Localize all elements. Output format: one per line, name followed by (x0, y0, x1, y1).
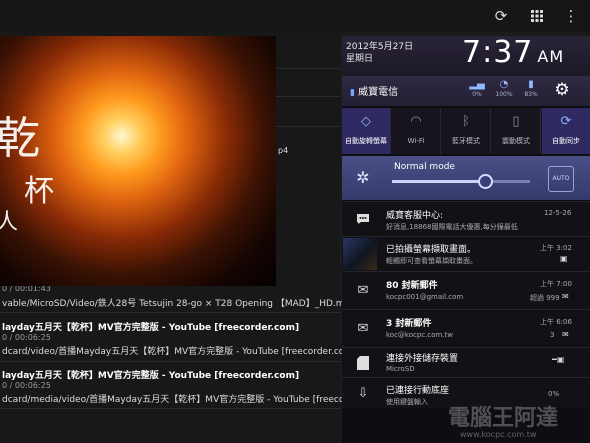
carrier: ▮ 威寶電信 (350, 83, 398, 98)
notification-title: 威寶客服中心: (386, 211, 444, 221)
grid-icon[interactable] (526, 5, 548, 27)
clock: 7:37 AM (462, 35, 564, 70)
battery-icon: ▮ (528, 79, 534, 90)
brightness-label: Normal mode (394, 162, 455, 172)
dock-battery-level: 0% (548, 390, 560, 398)
divider (0, 408, 340, 409)
video-overlay-char: 人 (0, 210, 19, 235)
envelope-icon: ✉ (562, 330, 569, 339)
signal-bars-icon: ▮ (350, 88, 355, 98)
notification-time: 上午 7:00 (540, 280, 572, 288)
toggle-label: 自動旋轉螢幕 (345, 137, 387, 145)
phone-signal-icon: ▂▄ (469, 79, 485, 90)
notification-text: MicroSD (386, 365, 415, 373)
stat-battery-value: 83% (524, 91, 538, 98)
dock-icon: ⇩ (357, 385, 369, 401)
brightness-mode-icon[interactable]: ✲ (348, 162, 378, 192)
toggle-vibrate[interactable]: ▯ 震動模式 (492, 108, 541, 154)
settings-icon[interactable]: ⚙ (549, 77, 575, 103)
stat-phone: ▂▄ 0% (466, 79, 488, 98)
vibrate-icon: ▯ (512, 114, 520, 129)
brightness-auto-button[interactable]: AUTO (548, 166, 574, 192)
carrier-name: 威寶電信 (358, 87, 399, 98)
notification-text: 使用鍵盤輸入 (386, 398, 428, 406)
notification-mail[interactable]: ✉ 3 封新郵件 koc@kocpc.com.tw 上午 6:06 3 ✉ (342, 309, 590, 347)
notification-title: 3 封新郵件 (386, 319, 432, 329)
date-block: 2012年5月27日 星期日 (346, 41, 413, 65)
clock-time: 7:37 (462, 35, 534, 70)
notification-title: 80 封新郵件 (386, 281, 438, 291)
notification-title: 連接外接儲存裝置 (386, 354, 459, 364)
row-3-time: 0 / 00:06:25 (2, 381, 51, 390)
row-2-time: 0 / 00:06:25 (2, 333, 51, 342)
chat-icon (352, 208, 374, 230)
toggle-label: Wi-Fi (407, 137, 425, 145)
envelope-icon: ✉ (562, 292, 569, 301)
usb-connector-icon: ━▣ (552, 355, 565, 364)
toggle-wifi[interactable]: ◠ Wi-Fi (392, 108, 441, 154)
action-bar: ⟳ ⋮ (0, 0, 590, 32)
image-icon: ▣ (560, 254, 568, 263)
notification-time: 上午 3:02 (540, 244, 572, 252)
stat-battery: ▮ 83% (520, 79, 542, 98)
mail-icon: ✉ (357, 320, 369, 336)
video-thumbnail[interactable]: 乾 杯 人 (0, 36, 276, 286)
video-overlay-char: 杯 (24, 174, 54, 209)
toggle-auto-rotate[interactable]: ◇ 自動旋轉螢幕 (342, 108, 391, 154)
notification-sms[interactable]: 威寶客服中心: 好消息,18868國際電話大優惠,每分鐘最低 12-5-26 (342, 201, 590, 236)
notification-text: 好消息,18868國際電話大優惠,每分鐘最低 (386, 223, 518, 231)
brightness-slider-fill (392, 180, 484, 183)
wifi-signal-icon: ◔ (499, 79, 509, 90)
path-fragment: p4 (278, 146, 289, 155)
stat-wifi-value: 100% (495, 91, 513, 98)
notification-time: 上午 6:06 (540, 318, 572, 326)
notification-screenshot[interactable]: 已拍攝螢幕擷取畫面。 輕觸即可查看螢幕擷取畫面。 上午 3:02 ▣ (342, 236, 590, 271)
divider (0, 361, 340, 362)
row-1-path[interactable]: vable/MicroSD/Video/鉄人28号 Tetsujin 28-go… (2, 296, 356, 309)
notification-text: kocpc001@gmail.com (386, 293, 464, 301)
toggle-label: 震動模式 (502, 137, 530, 145)
notification-count: 3 (550, 331, 555, 339)
mail-icon: ✉ (357, 282, 369, 298)
clock-ampm: AM (537, 47, 565, 66)
row-2-title[interactable]: layday五月天【乾杯】MV官方完整版 - YouTube [freecord… (2, 320, 299, 333)
bluetooth-icon: ᛒ (462, 114, 470, 129)
notification-title: 已連接行動底座 (386, 386, 450, 396)
notification-storage[interactable]: 連接外接儲存裝置 MicroSD ━▣ (342, 347, 590, 377)
date-text: 2012年5月27日 (346, 42, 414, 52)
notification-count: 超過 999 (530, 294, 560, 302)
sync-icon: ⟳ (560, 114, 572, 129)
toggle-label: 自動同步 (552, 137, 580, 145)
rotate-icon: ◇ (361, 114, 371, 129)
notification-title: 已拍攝螢幕擷取畫面。 (386, 245, 477, 255)
notification-time: 12-5-26 (544, 209, 572, 217)
watermark-url: www.kocpc.com.tw (460, 430, 537, 439)
toggle-label: 藍牙模式 (452, 137, 480, 145)
notification-text: koc@kocpc.com.tw (386, 331, 454, 339)
notification-text: 輕觸即可查看螢幕擷取畫面。 (386, 257, 477, 265)
brightness-slider-thumb[interactable] (478, 174, 493, 189)
weekday-text: 星期日 (346, 54, 374, 64)
refresh-icon[interactable]: ⟳ (490, 5, 512, 27)
notification-gmail[interactable]: ✉ 80 封新郵件 kocpc001@gmail.com 上午 7:00 超過 … (342, 271, 590, 309)
video-overlay-char: 乾 (0, 113, 40, 164)
stat-phone-value: 0% (472, 91, 482, 98)
divider (0, 312, 340, 313)
toggle-bluetooth[interactable]: ᛒ 藍牙模式 (442, 108, 491, 154)
overflow-menu-icon[interactable]: ⋮ (560, 5, 582, 27)
wifi-icon: ◠ (410, 114, 422, 129)
sd-card-icon (352, 352, 374, 374)
screenshot-thumbnail (343, 238, 377, 270)
row-3-title[interactable]: layday五月天【乾杯】MV官方完整版 - YouTube [freecord… (2, 368, 299, 381)
row-2-path[interactable]: dcard/video/首播Mayday五月天【乾杯】MV官方完整版 - You… (2, 344, 380, 357)
toggle-auto-sync[interactable]: ⟳ 自動同步 (542, 108, 590, 154)
stat-wifi: ◔ 100% (493, 79, 515, 98)
